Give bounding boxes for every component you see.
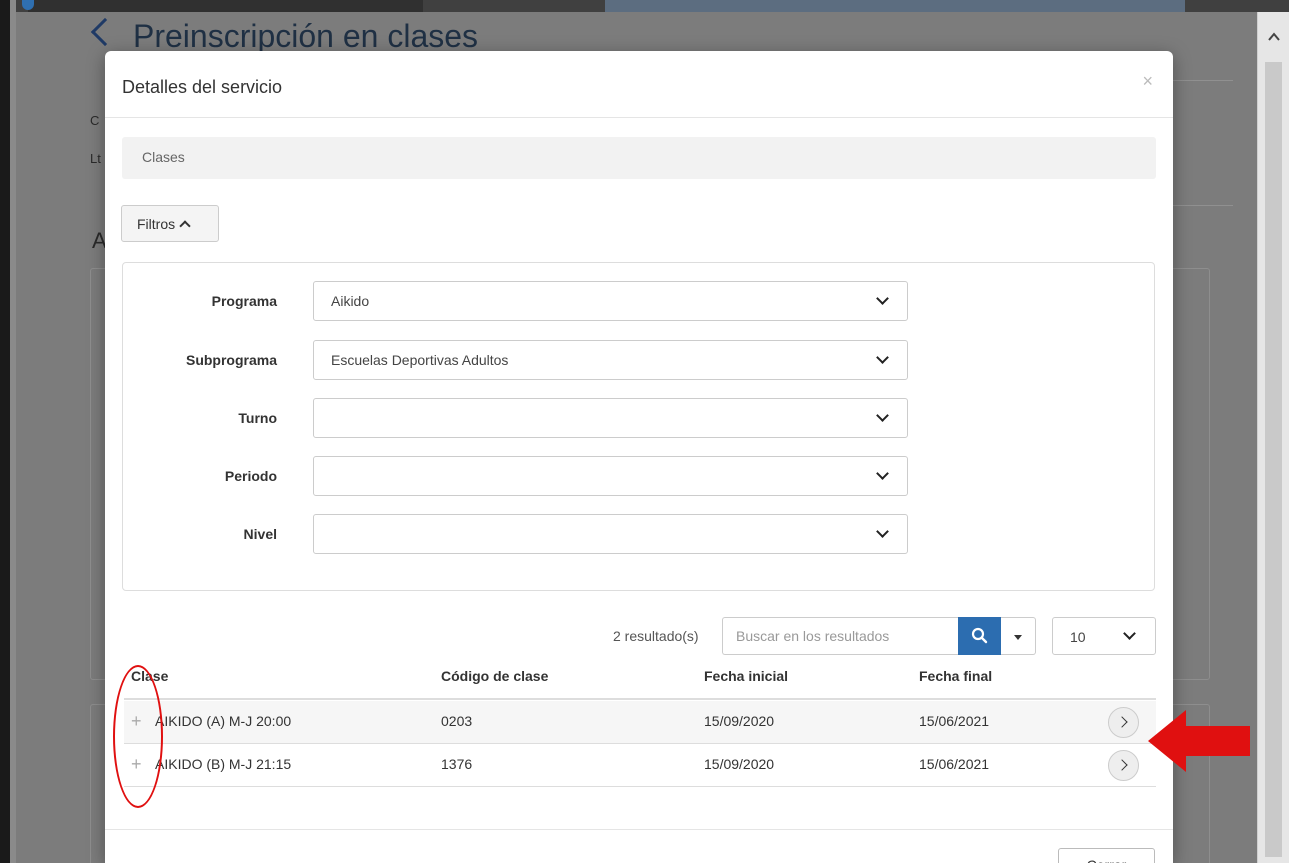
table-row[interactable]: + AIKIDO (A) M-J 20:00 0203 15/09/2020 1…: [124, 701, 1156, 744]
top-strip-segment: [605, 0, 1185, 12]
cell-fecha-inicial: 15/09/2020: [704, 713, 775, 729]
chevron-right-icon: [1116, 759, 1128, 771]
cell-codigo: 1376: [441, 756, 473, 772]
bg-divider: [1173, 80, 1233, 81]
modal-footer-divider: [105, 829, 1173, 830]
cell-clase: AIKIDO (A) M-J 20:00: [155, 713, 292, 729]
table-header: Clase Código de clase Fecha inicial Fech…: [124, 660, 1156, 700]
filters-button-label: Filtros: [137, 216, 176, 232]
chevron-down-icon: [876, 525, 889, 538]
row-select-button[interactable]: [1108, 750, 1139, 781]
select-value: Aikido: [331, 293, 370, 309]
cell-fecha-final: 15/06/2021: [919, 713, 990, 729]
browser-top-strip: [0, 0, 1289, 12]
search-button[interactable]: [958, 617, 1001, 655]
filter-label: Nivel: [243, 526, 277, 542]
chevron-down-icon: [876, 467, 889, 480]
column-header-fecha-final[interactable]: Fecha final: [919, 668, 992, 684]
filters-toggle-button[interactable]: Filtros: [121, 205, 219, 242]
table-row[interactable]: + AIKIDO (B) M-J 21:15 1376 15/09/2020 1…: [124, 744, 1156, 787]
search-options-dropdown[interactable]: [1001, 617, 1036, 655]
modal-header: Detalles del servicio ×: [105, 51, 1173, 118]
cell-codigo: 0203: [441, 713, 473, 729]
turno-select[interactable]: [313, 398, 908, 438]
row-select-button[interactable]: [1108, 707, 1139, 738]
cell-fecha-inicial: 15/09/2020: [704, 756, 775, 772]
annotation-ellipse: [113, 665, 163, 808]
periodo-select[interactable]: [313, 456, 908, 496]
page-size-value: 10: [1070, 629, 1086, 645]
filter-row-turno: Turno: [123, 398, 1154, 438]
scroll-up-arrow-icon[interactable]: [1266, 30, 1282, 44]
filter-label: Turno: [238, 410, 277, 426]
page-size-select[interactable]: 10: [1052, 617, 1156, 655]
vertical-scrollbar[interactable]: [1257, 12, 1289, 863]
filter-row-subprograma: Subprograma Escuelas Deportivas Adultos: [123, 340, 1154, 380]
column-header-codigo[interactable]: Código de clase: [441, 668, 548, 684]
chevron-right-icon: [1116, 716, 1128, 728]
chevron-down-icon: [1123, 627, 1136, 640]
window-left-edge: [0, 0, 16, 863]
column-header-fecha-inicial[interactable]: Fecha inicial: [704, 668, 788, 684]
top-strip-segment: [28, 0, 423, 12]
bg-divider: [1173, 205, 1233, 206]
programa-select[interactable]: Aikido: [313, 281, 908, 321]
search-results-input[interactable]: [722, 617, 958, 655]
close-icon[interactable]: ×: [1142, 71, 1153, 92]
filter-label: Subprograma: [185, 352, 277, 368]
modal-title: Detalles del servicio: [122, 77, 283, 97]
close-button[interactable]: Cerrar: [1058, 848, 1155, 863]
caret-down-icon: [1014, 635, 1022, 640]
nivel-select[interactable]: [313, 514, 908, 554]
filter-panel: Programa Aikido Subprograma Escuelas Dep…: [122, 262, 1155, 591]
chevron-up-icon: [179, 220, 191, 232]
bg-text-fragment: C: [90, 113, 100, 128]
filter-label: Periodo: [224, 468, 277, 484]
background-page-title: Preinscripción en clases: [90, 17, 479, 55]
breadcrumb: Clases: [122, 137, 1156, 179]
search-icon: [971, 627, 988, 644]
filter-row-periodo: Periodo: [123, 456, 1154, 496]
bg-text-fragment: Lt: [90, 151, 101, 166]
filter-row-nivel: Nivel: [123, 514, 1154, 554]
cell-clase: AIKIDO (B) M-J 21:15: [155, 756, 292, 772]
chevron-down-icon: [876, 351, 889, 364]
background-title-text: Preinscripción en clases: [133, 18, 479, 54]
filter-label: Programa: [211, 293, 277, 309]
cell-fecha-final: 15/06/2021: [919, 756, 990, 772]
scrollbar-thumb[interactable]: [1265, 62, 1282, 857]
select-value: Escuelas Deportivas Adultos: [331, 352, 509, 368]
service-details-modal: Detalles del servicio × Clases Filtros P…: [105, 51, 1173, 863]
subprograma-select[interactable]: Escuelas Deportivas Adultos: [313, 340, 908, 380]
chevron-down-icon: [876, 409, 889, 422]
chevron-down-icon: [876, 292, 889, 305]
back-chevron-icon[interactable]: [90, 17, 120, 47]
annotation-arrow-icon: [1148, 710, 1250, 772]
filter-row-programa: Programa Aikido: [123, 281, 1154, 321]
results-count: 2 resultado(s): [613, 628, 699, 644]
